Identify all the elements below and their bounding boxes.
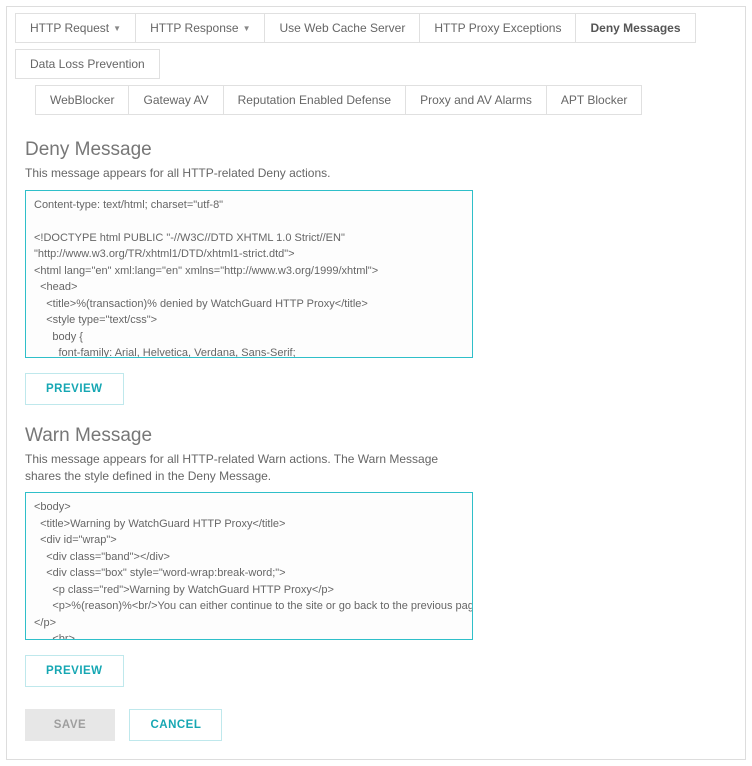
tab-web-cache[interactable]: Use Web Cache Server: [264, 13, 420, 43]
tab-red[interactable]: Reputation Enabled Defense: [223, 85, 406, 115]
tab-label: HTTP Request: [30, 21, 109, 35]
tab-label: APT Blocker: [561, 93, 627, 107]
warn-message-textarea[interactable]: [25, 492, 473, 640]
tab-proxy-exceptions[interactable]: HTTP Proxy Exceptions: [419, 13, 576, 43]
preview-button[interactable]: PREVIEW: [25, 373, 124, 405]
deny-title: Deny Message: [25, 139, 727, 161]
tab-label: WebBlocker: [50, 93, 114, 107]
tab-webblocker[interactable]: WebBlocker: [35, 85, 129, 115]
tab-bar: HTTP Request ▼ HTTP Response ▼ Use Web C…: [7, 7, 745, 121]
warn-button-row: PREVIEW: [25, 655, 727, 687]
deny-button-row: PREVIEW: [25, 373, 727, 405]
caret-down-icon: ▼: [113, 24, 121, 33]
preview-button[interactable]: PREVIEW: [25, 655, 124, 687]
tab-http-response[interactable]: HTTP Response ▼: [135, 13, 265, 43]
footer-buttons: SAVE CANCEL: [25, 709, 727, 741]
warn-desc: This message appears for all HTTP-relate…: [25, 451, 445, 485]
tab-label: Use Web Cache Server: [279, 21, 405, 35]
deny-message-textarea[interactable]: [25, 190, 473, 358]
tab-row-1: HTTP Request ▼ HTTP Response ▼ Use Web C…: [15, 13, 737, 85]
panel: HTTP Request ▼ HTTP Response ▼ Use Web C…: [6, 6, 746, 760]
warn-title: Warn Message: [25, 425, 727, 447]
save-button[interactable]: SAVE: [25, 709, 115, 741]
tab-proxy-av-alarms[interactable]: Proxy and AV Alarms: [405, 85, 547, 115]
tab-gateway-av[interactable]: Gateway AV: [128, 85, 223, 115]
tab-label: HTTP Response: [150, 21, 238, 35]
tab-apt-blocker[interactable]: APT Blocker: [546, 85, 642, 115]
tab-deny-messages[interactable]: Deny Messages: [575, 13, 695, 43]
tab-dlp[interactable]: Data Loss Prevention: [15, 49, 160, 79]
tab-http-request[interactable]: HTTP Request ▼: [15, 13, 136, 43]
deny-desc: This message appears for all HTTP-relate…: [25, 165, 727, 182]
tab-label: Deny Messages: [590, 21, 680, 35]
caret-down-icon: ▼: [243, 24, 251, 33]
tab-label: HTTP Proxy Exceptions: [434, 21, 561, 35]
tab-label: Gateway AV: [143, 93, 208, 107]
cancel-button[interactable]: CANCEL: [129, 709, 222, 741]
tab-label: Reputation Enabled Defense: [238, 93, 391, 107]
tab-row-2: WebBlocker Gateway AV Reputation Enabled…: [35, 85, 737, 121]
content: Deny Message This message appears for al…: [7, 121, 745, 759]
tab-label: Proxy and AV Alarms: [420, 93, 532, 107]
tab-label: Data Loss Prevention: [30, 57, 145, 71]
